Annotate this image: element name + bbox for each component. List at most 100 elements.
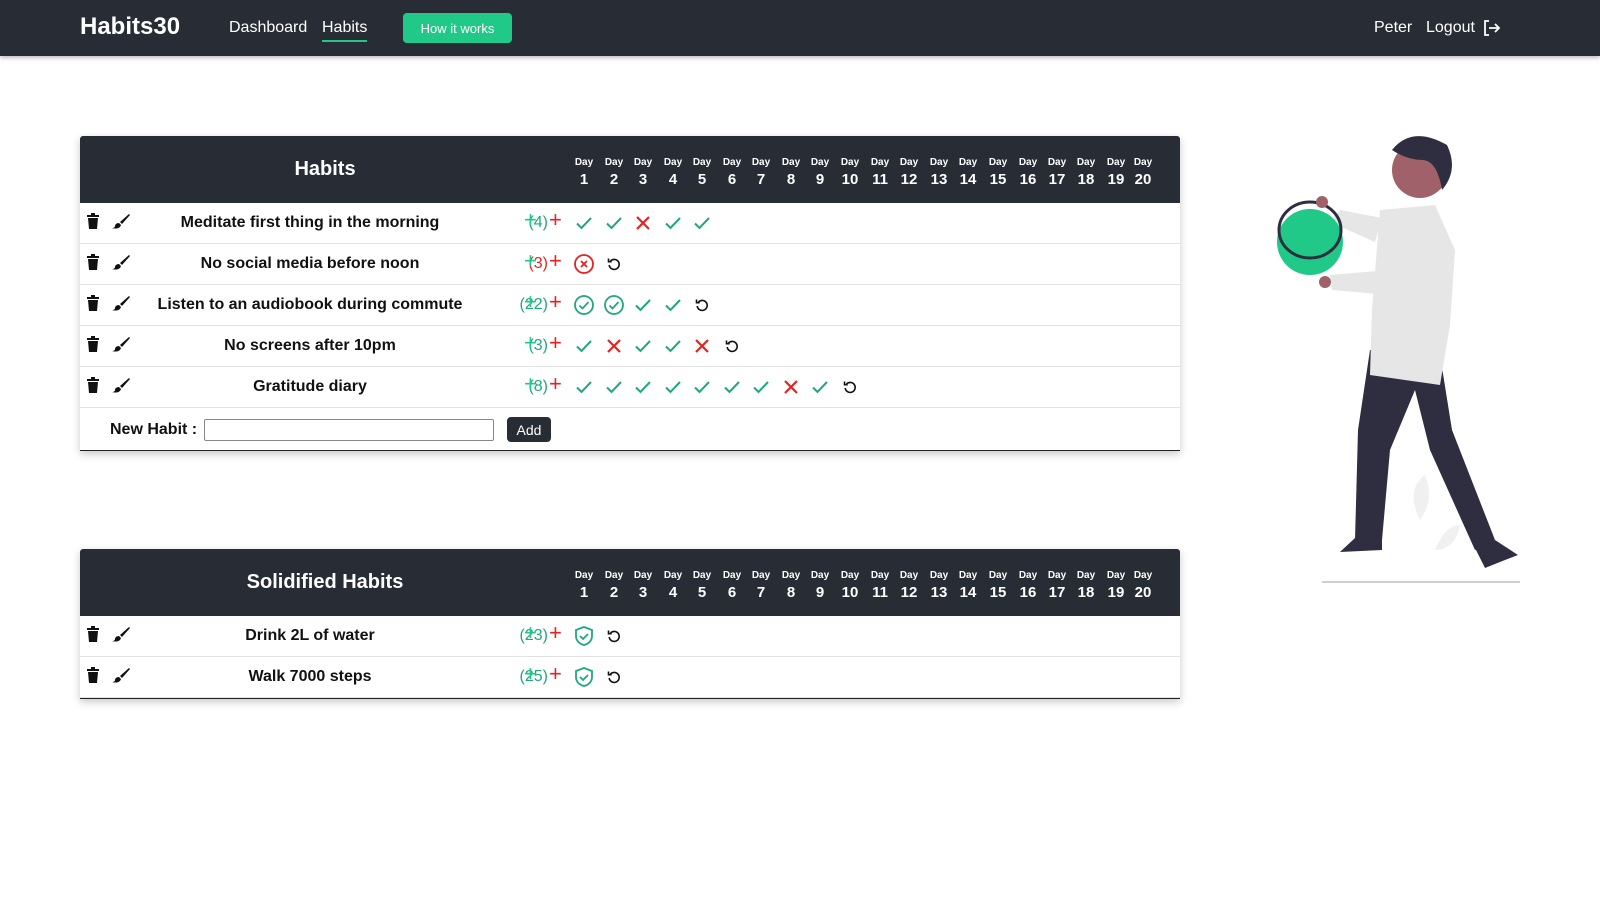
day-header-7: Day 7: [746, 570, 776, 604]
check-icon: [572, 211, 596, 235]
trash-icon[interactable]: [86, 626, 104, 644]
check-icon: [749, 375, 773, 399]
check-icon: [572, 334, 596, 358]
day-header-15: Day 15: [983, 157, 1013, 191]
mark-success-button[interactable]: +: [524, 291, 537, 313]
undo-icon[interactable]: [838, 375, 862, 399]
day-header-label: Day: [1133, 570, 1153, 581]
undo-icon[interactable]: [602, 252, 626, 276]
day-header-label: Day: [751, 157, 771, 168]
trash-icon[interactable]: [86, 377, 104, 395]
day-header-label: Day: [810, 570, 830, 581]
check-icon: [661, 293, 685, 317]
undo-icon[interactable]: [720, 334, 744, 358]
day-header-number: 17: [1048, 171, 1066, 188]
mark-success-button[interactable]: +: [524, 622, 537, 644]
brush-icon[interactable]: [112, 254, 130, 272]
day-header-11: Day 11: [865, 157, 895, 191]
new-habit-row: New Habit : Add: [80, 408, 1180, 450]
logout-button[interactable]: Logout: [1426, 18, 1501, 38]
habit-name: No screens after 10pm: [224, 337, 396, 354]
brush-icon[interactable]: [112, 667, 130, 685]
day-header-number: 14: [959, 171, 977, 188]
day-header-label: Day: [899, 570, 919, 581]
brush-icon[interactable]: [112, 377, 130, 395]
day-header-number: 4: [668, 584, 678, 601]
day-header-2: Day 2: [599, 157, 629, 191]
new-habit-input[interactable]: [204, 419, 494, 441]
day-header-label: Day: [663, 570, 683, 581]
mark-fail-button[interactable]: +: [549, 663, 562, 685]
day-header-19: Day 19: [1101, 570, 1131, 604]
day-header-label: Day: [1018, 157, 1038, 168]
day-header-label: Day: [1106, 157, 1126, 168]
mark-fail-button[interactable]: +: [549, 209, 562, 231]
brush-icon[interactable]: [112, 213, 130, 231]
day-header-label: Day: [722, 157, 742, 168]
day-header-label: Day: [663, 157, 683, 168]
trash-icon[interactable]: [86, 336, 104, 354]
day-header-8: Day 8: [776, 157, 806, 191]
day-header-6: Day 6: [717, 570, 747, 604]
mark-fail-button[interactable]: +: [549, 622, 562, 644]
check-icon: [602, 375, 626, 399]
day-header-number: 5: [697, 584, 707, 601]
day-header-13: Day 13: [924, 157, 954, 191]
day-header-number: 13: [930, 171, 948, 188]
habit-row: Gratitude diary (8) + +: [80, 367, 1180, 408]
mark-success-button[interactable]: +: [524, 332, 537, 354]
day-header-number: 15: [989, 584, 1007, 601]
x-icon: [631, 211, 655, 235]
brand-logo[interactable]: Habits30: [80, 13, 180, 41]
trash-icon[interactable]: [86, 254, 104, 272]
how-it-works-button[interactable]: How it works: [403, 13, 512, 43]
brush-icon[interactable]: [112, 295, 130, 313]
trash-icon[interactable]: [86, 295, 104, 313]
nav-link-habits[interactable]: Habits: [322, 19, 368, 42]
day-header-number: 10: [841, 171, 859, 188]
add-habit-button[interactable]: Add: [507, 417, 551, 442]
mark-fail-button[interactable]: +: [549, 291, 562, 313]
check-icon: [720, 375, 744, 399]
day-header-label: Day: [1076, 157, 1096, 168]
day-header-12: Day 12: [894, 570, 924, 604]
day-header-label: Day: [781, 570, 801, 581]
day-header-20: Day 20: [1128, 157, 1158, 191]
day-header-label: Day: [870, 570, 890, 581]
check-icon: [661, 375, 685, 399]
mark-fail-button[interactable]: +: [549, 332, 562, 354]
undo-icon[interactable]: [690, 293, 714, 317]
day-header-number: 7: [756, 584, 766, 601]
day-header-number: 2: [609, 171, 619, 188]
day-header-7: Day 7: [746, 157, 776, 191]
undo-icon[interactable]: [602, 624, 626, 648]
mark-fail-button[interactable]: +: [549, 373, 562, 395]
mark-success-button[interactable]: +: [524, 373, 537, 395]
day-header-label: Day: [692, 570, 712, 581]
day-header-label: Day: [958, 157, 978, 168]
nav-link-dashboard[interactable]: Dashboard: [229, 19, 307, 37]
trash-icon[interactable]: [86, 667, 104, 685]
brush-icon[interactable]: [112, 626, 130, 644]
undo-icon[interactable]: [602, 665, 626, 689]
mark-fail-button[interactable]: +: [549, 250, 562, 272]
brush-icon[interactable]: [112, 336, 130, 354]
check-icon: [631, 293, 655, 317]
check-icon: [602, 211, 626, 235]
mark-success-button[interactable]: +: [524, 250, 537, 272]
day-header-number: 9: [815, 171, 825, 188]
mark-success-button[interactable]: +: [524, 663, 537, 685]
day-header-number: 8: [786, 171, 796, 188]
mark-success-button[interactable]: +: [524, 209, 537, 231]
day-header-5: Day 5: [687, 157, 717, 191]
day-header-number: 2: [609, 584, 619, 601]
trash-icon[interactable]: [86, 213, 104, 231]
day-header-label: Day: [929, 157, 949, 168]
day-header-number: 16: [1019, 171, 1037, 188]
day-header-16: Day 16: [1013, 570, 1043, 604]
day-header-4: Day 4: [658, 157, 688, 191]
habit-row: Walk 7000 steps (25) + +: [80, 657, 1180, 698]
day-header-14: Day 14: [953, 157, 983, 191]
habit-rows: Meditate first thing in the morning (4) + +…: [80, 203, 1180, 408]
day-header-3: Day 3: [628, 157, 658, 191]
